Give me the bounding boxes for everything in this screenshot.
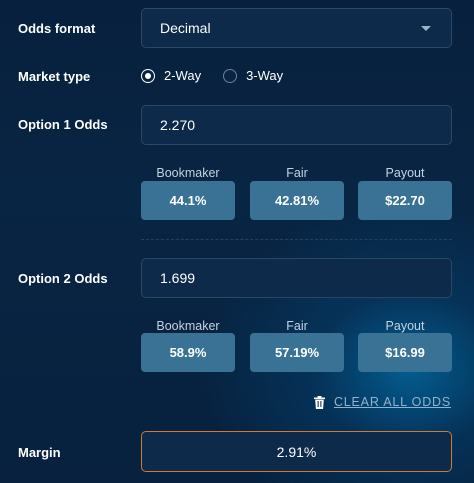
option2-payout-header: Payout [385, 319, 425, 333]
market-type-3way-radio[interactable]: 3-Way [223, 68, 283, 83]
option2-fair-value: 57.19% [250, 333, 344, 372]
odds-format-select[interactable]: Decimal [141, 8, 452, 48]
odds-format-label: Odds format [18, 21, 96, 36]
market-type-radio-group: 2-Way 3-Way [141, 68, 305, 83]
option2-bookmaker-header: Bookmaker [156, 319, 220, 333]
radio-unchecked-icon [223, 68, 238, 83]
odds-format-value: Decimal [160, 20, 211, 36]
chevron-down-icon [421, 25, 431, 31]
option2-fair-header: Fair [286, 319, 308, 333]
market-type-label: Market type [18, 69, 91, 84]
radio-checked-icon [141, 68, 155, 83]
section-divider [141, 239, 452, 240]
trash-icon [313, 395, 325, 409]
option2-bookmaker-value: 58.9% [141, 333, 235, 372]
option1-fair-value: 42.81% [250, 181, 344, 220]
option2-odds-input[interactable]: 1.699 [141, 258, 452, 298]
option1-fair-header: Fair [286, 166, 308, 180]
option1-payout-header: Payout [385, 166, 425, 180]
clear-all-odds-label: CLEAR ALL ODDS [333, 395, 451, 409]
option2-payout-value: $16.99 [358, 333, 452, 372]
option1-bookmaker-header: Bookmaker [156, 166, 220, 180]
market-type-2way-radio[interactable]: 2-Way [141, 68, 201, 83]
option1-odds-input[interactable]: 2.270 [141, 105, 452, 145]
option1-bookmaker-value: 44.1% [141, 181, 235, 220]
margin-label: Margin [18, 445, 61, 460]
margin-value: 2.91% [141, 431, 452, 472]
radio-label: 2-Way [164, 68, 202, 83]
radio-label: 3-Way [246, 68, 284, 83]
option2-odds-label: Option 2 Odds [18, 271, 108, 286]
clear-all-odds-button[interactable]: CLEAR ALL ODDS [313, 395, 451, 409]
option1-payout-value: $22.70 [358, 181, 452, 220]
option1-odds-label: Option 1 Odds [18, 117, 108, 132]
